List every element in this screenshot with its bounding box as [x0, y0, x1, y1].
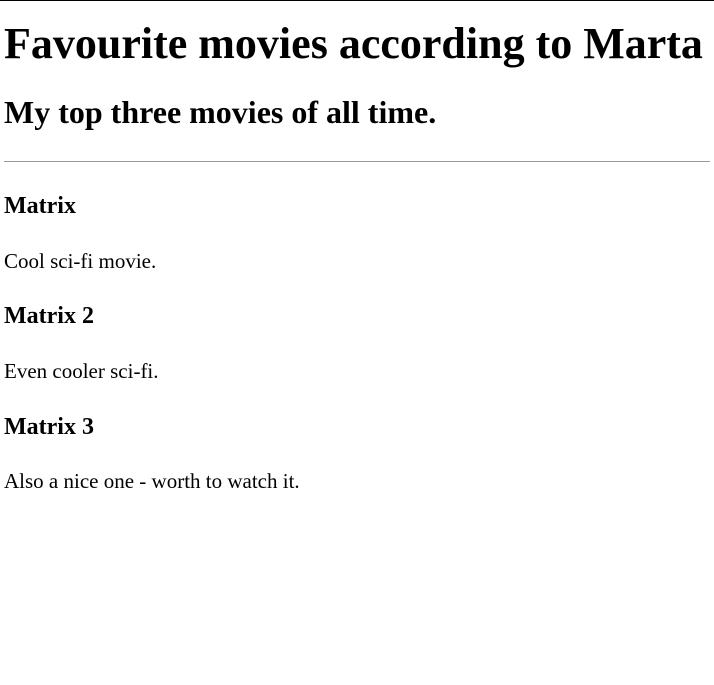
divider — [4, 161, 710, 162]
page-content: Favourite movies according to Marta My t… — [4, 1, 710, 494]
movie-list: Matrix Cool sci-fi movie. Matrix 2 Even … — [4, 191, 710, 494]
movie-title: Matrix 2 — [4, 303, 94, 329]
movie-item: Matrix Cool sci-fi movie. — [4, 191, 710, 274]
movie-description: Also a nice one - worth to watch it. — [4, 469, 300, 493]
movie-title: Matrix 3 — [4, 414, 94, 440]
movie-description: Cool sci-fi movie. — [4, 249, 157, 273]
movie-item: Matrix 2 Even cooler sci-fi. — [4, 301, 710, 384]
page-subtitle: My top three movies of all time. — [4, 94, 437, 130]
movie-description: Even cooler sci-fi. — [4, 359, 159, 383]
movie-title: Matrix — [4, 193, 76, 219]
page-title: Favourite movies according to Marta — [4, 19, 703, 68]
movie-item: Matrix 3 Also a nice one - worth to watc… — [4, 412, 710, 494]
